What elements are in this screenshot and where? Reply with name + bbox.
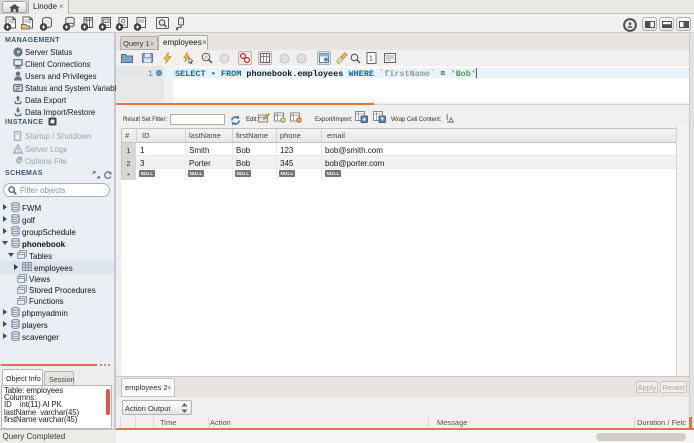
svg-text:SQL: SQL	[7, 19, 16, 24]
svg-text:SQL: SQL	[24, 19, 33, 24]
svg-text:I: I	[446, 113, 448, 122]
svg-text:1: 1	[369, 56, 373, 63]
